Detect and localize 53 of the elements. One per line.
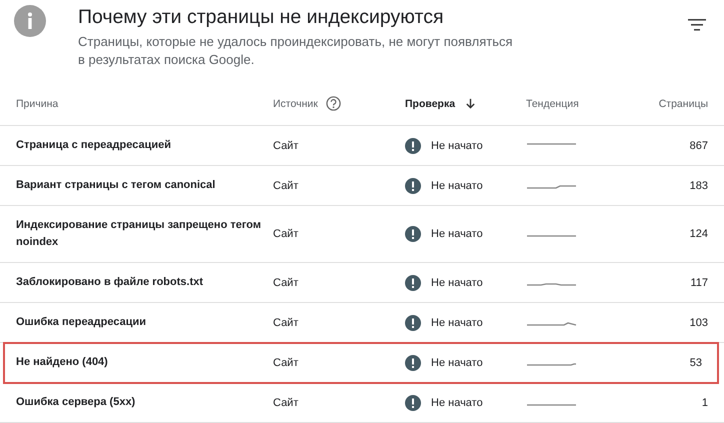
exclamation-icon <box>405 354 421 370</box>
table-cell-text: Индексирование страницы запрещено тегом noindex <box>16 218 262 250</box>
table-cell: 183 <box>690 180 708 192</box>
table-cell-text: Ошибка сервера (5xx) <box>16 395 136 410</box>
table-cell: 867 <box>690 140 708 152</box>
column-header[interactable]: Страницы <box>658 98 708 110</box>
table-cell-text: Не найдено (404) <box>16 355 108 370</box>
exclamation-icon <box>405 226 421 242</box>
section-title: Почему эти страницы не индексируются <box>78 5 445 29</box>
table-cell: Сайт <box>273 276 298 288</box>
table-cell: 117 <box>690 276 708 288</box>
table-cell: 124 <box>690 228 708 240</box>
highlighted-row[interactable]: Не найдено (404) Сайт Не начато 53 <box>4 343 718 383</box>
filter-icon[interactable] <box>688 19 706 31</box>
table-cell: Не начато <box>431 396 483 408</box>
column-header[interactable]: Причина <box>16 98 58 110</box>
table-cell: Сайт <box>273 180 298 192</box>
arrow-down-icon[interactable] <box>465 98 476 109</box>
table-row[interactable]: Страница с переадресацией Сайт Не начато 867 <box>0 126 724 166</box>
table-cell: Сайт <box>273 316 298 328</box>
table-cell: Сайт <box>273 140 298 152</box>
exclamation-icon <box>405 274 421 290</box>
table-cell: Не начато <box>431 276 483 288</box>
column-header[interactable]: Проверка <box>405 98 456 110</box>
table-cell: Не начато <box>431 140 483 152</box>
info-icon <box>14 5 46 37</box>
section-description: Страницы, которые не удалось проиндексировать, не могут появляться в результатах поиска Google. <box>78 33 514 69</box>
table-row[interactable]: Ошибка переадресации Сайт Не начато 103 <box>0 303 724 343</box>
exclamation-icon <box>405 178 421 194</box>
exclamation-icon <box>405 138 421 154</box>
column-header[interactable]: Источник <box>273 98 318 110</box>
exclamation-icon <box>405 314 421 330</box>
table-cell: Сайт <box>273 228 298 240</box>
exclamation-icon <box>405 394 421 410</box>
table-cell-text: Вариант страницы с тегом canonical <box>16 178 216 193</box>
table-cell: Не начато <box>431 356 483 368</box>
table-cell: Сайт <box>273 396 298 408</box>
table-cell-text: Заблокировано в файле robots.txt <box>16 275 204 290</box>
table-row[interactable]: Индексирование страницы запрещено тегом noindex Сайт Не начато 124 <box>0 206 724 263</box>
table-cell-text: Страница с переадресацией <box>16 138 171 153</box>
table-cell: Не начато <box>431 228 483 240</box>
column-header[interactable]: Тенденция <box>526 98 579 110</box>
table-row[interactable]: Заблокировано в файле robots.txt Сайт Не начато 117 <box>0 263 724 303</box>
table-cell: Сайт <box>273 356 298 368</box>
table-row[interactable]: Вариант страницы с тегом canonical Сайт Не начато 183 <box>0 166 724 206</box>
table-cell-text: Ошибка переадресации <box>16 315 146 330</box>
table-cell: 103 <box>690 316 708 328</box>
help-icon[interactable] <box>326 96 341 111</box>
table-row[interactable]: Ошибка сервера (5xx) Сайт Не начато 1 <box>0 383 724 423</box>
table-cell: 53 <box>690 356 702 368</box>
table-cell: Не начато <box>431 316 483 328</box>
table-cell: 1 <box>702 396 708 408</box>
table-cell: Не начато <box>431 180 483 192</box>
